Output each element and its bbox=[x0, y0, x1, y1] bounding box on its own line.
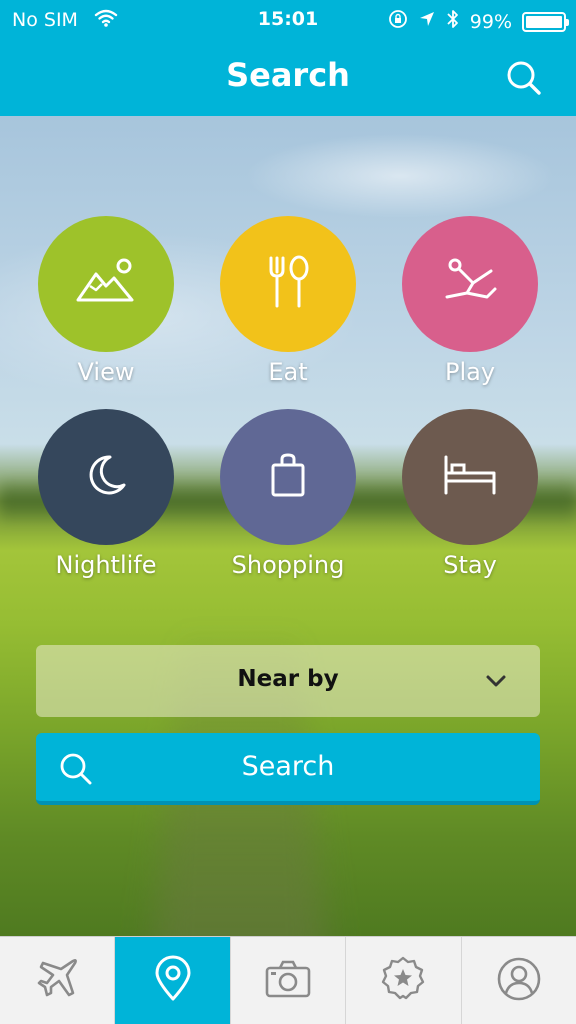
category-label: Nightlife bbox=[55, 551, 157, 579]
tab-profile[interactable] bbox=[462, 937, 576, 1024]
status-bar: No SIM 15:01 99% bbox=[0, 0, 576, 40]
shopping-bag-icon bbox=[266, 451, 310, 503]
map-pin-icon bbox=[151, 955, 195, 1007]
category-label: Play bbox=[444, 358, 496, 386]
page-title: Search bbox=[226, 56, 350, 94]
location-arrow-icon bbox=[418, 10, 436, 33]
distance-dropdown[interactable]: Near by bbox=[36, 645, 540, 717]
category-nightlife[interactable]: Nightlife bbox=[38, 409, 174, 579]
tab-photos[interactable] bbox=[231, 937, 347, 1024]
bed-icon bbox=[440, 453, 500, 501]
moon-icon bbox=[82, 451, 130, 503]
category-circle[interactable] bbox=[402, 216, 538, 352]
category-play[interactable]: Play bbox=[402, 216, 538, 386]
category-label: View bbox=[77, 358, 135, 386]
mountain-icon bbox=[74, 256, 138, 312]
camera-icon bbox=[264, 959, 312, 1003]
dropdown-selected-value: Near by bbox=[237, 666, 339, 692]
category-circle[interactable] bbox=[38, 216, 174, 352]
rotation-lock-icon bbox=[388, 9, 408, 34]
category-circle[interactable] bbox=[220, 216, 356, 352]
nav-bar: Search bbox=[0, 40, 576, 116]
category-label: Shopping bbox=[231, 551, 345, 579]
category-stay[interactable]: Stay bbox=[402, 409, 538, 579]
airplane-icon bbox=[33, 955, 81, 1007]
category-eat[interactable]: Eat bbox=[220, 216, 356, 386]
category-shopping[interactable]: Shopping bbox=[220, 409, 356, 579]
chevron-down-icon bbox=[484, 669, 508, 697]
search-icon[interactable] bbox=[504, 58, 544, 98]
star-badge-icon bbox=[379, 955, 427, 1007]
search-button-label: Search bbox=[241, 751, 335, 782]
bluetooth-icon bbox=[446, 8, 460, 35]
category-view[interactable]: View bbox=[38, 216, 174, 386]
battery-percent: 99% bbox=[469, 10, 512, 33]
jumping-person-icon bbox=[439, 257, 501, 311]
tab-search[interactable] bbox=[115, 937, 231, 1024]
fork-spoon-icon bbox=[261, 254, 315, 314]
tab-trips[interactable] bbox=[0, 937, 116, 1024]
category-label: Eat bbox=[268, 358, 308, 386]
tab-bar bbox=[0, 936, 576, 1024]
category-label: Stay bbox=[443, 551, 497, 579]
category-circle[interactable] bbox=[38, 409, 174, 545]
battery-icon bbox=[522, 11, 569, 32]
category-circle[interactable] bbox=[402, 409, 538, 545]
search-button[interactable]: Search bbox=[36, 733, 540, 805]
category-circle[interactable] bbox=[220, 409, 356, 545]
tab-favorites[interactable] bbox=[346, 937, 462, 1024]
profile-icon bbox=[495, 955, 543, 1007]
